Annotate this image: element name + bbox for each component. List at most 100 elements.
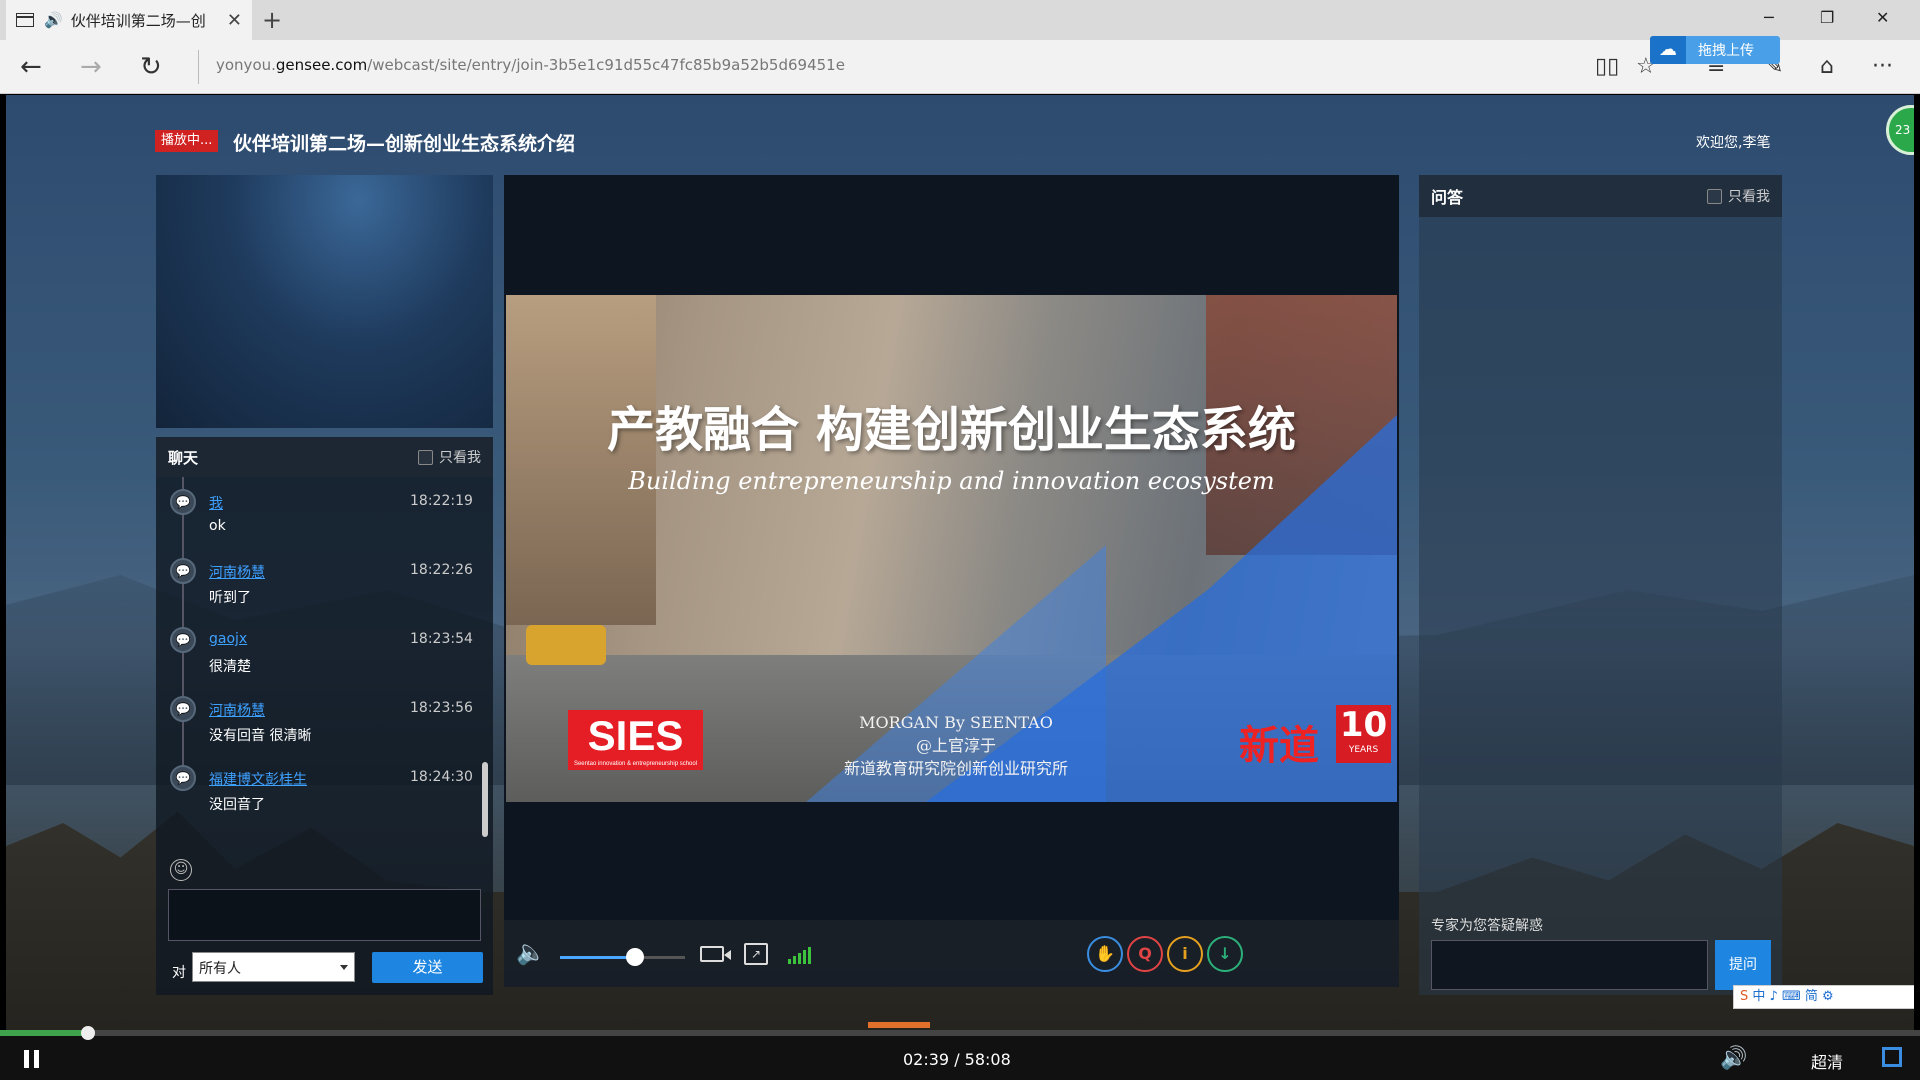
minimize-icon[interactable]: ─ — [1764, 8, 1774, 27]
chat-sender-name[interactable]: 河南杨慧 — [209, 562, 265, 582]
chat-bubble-icon: 💬 — [170, 489, 196, 515]
live-badge: 播放中... — [155, 130, 219, 152]
floating-speed-badge[interactable]: 23 — [1886, 105, 1914, 155]
fullscreen-icon[interactable] — [1882, 1047, 1902, 1067]
chat-input[interactable] — [168, 889, 481, 941]
checkbox-box[interactable] — [418, 449, 433, 465]
chat-message-list[interactable]: 💬 我 18:22:19 ok 💬 河南杨慧 18:22:26 听到了 💬 ga… — [156, 477, 493, 847]
ten-years-badge: 10 YEARS — [1336, 705, 1391, 763]
browser-tab-bar: 🔊 伙伴培训第二场—创 ✕ + ─ ❐ ✕ — [0, 0, 1920, 40]
chat-bubble-icon: 💬 — [170, 765, 196, 791]
chat-title: 聊天 — [168, 448, 199, 467]
xindao-logo: 新道 — [1239, 723, 1319, 769]
address-separator — [198, 50, 199, 84]
ten-years-label: YEARS — [1348, 745, 1379, 755]
chat-message-text: 没有回音 很清晰 — [209, 728, 312, 744]
refresh-icon[interactable]: ↻ — [140, 52, 162, 82]
video-control-bar: 🔈 ↗ ✋ Q i ↓ — [504, 920, 1399, 987]
url-prefix: yonyou. — [216, 56, 276, 74]
tab-audio-icon[interactable]: 🔊 — [44, 11, 63, 29]
recipient-select[interactable]: 所有人 — [192, 952, 355, 982]
chat-bubble-icon: 💬 — [170, 558, 196, 584]
chat-message-time: 18:23:54 — [410, 631, 473, 647]
chat-only-me-label: 只看我 — [439, 450, 481, 466]
url-field[interactable]: yonyou.gensee.com/webcast/site/entry/joi… — [216, 56, 845, 74]
new-tab-button[interactable]: + — [262, 6, 282, 34]
chat-sender-name[interactable]: 福建博文彭桂生 — [209, 769, 307, 789]
volume-slider-fill — [560, 956, 635, 959]
quality-selector[interactable]: 超清 — [1811, 1049, 1843, 1073]
camera-icon[interactable] — [700, 946, 731, 962]
camera-panel — [156, 175, 493, 428]
chat-header: 聊天 只看我 — [156, 437, 493, 477]
download-icon[interactable]: ↓ — [1207, 936, 1243, 972]
qa-panel: 问答 只看我 专家为您答疑解惑 提问 — [1419, 175, 1782, 995]
info-icon[interactable]: i — [1167, 936, 1203, 972]
playback-progress-fill — [0, 1030, 89, 1036]
checkbox-box[interactable] — [1707, 188, 1722, 204]
slide-credit-line: 新道教育研究院创新创业研究所 — [843, 759, 1068, 778]
volume-slider[interactable] — [560, 948, 685, 966]
page-title: 伙伴培训第二场—创新创业生态系统介绍 — [233, 133, 576, 155]
sies-logo: SIES Seentao innovation & entrepreneursh… — [568, 710, 703, 770]
fit-screen-icon[interactable]: ↗ — [744, 943, 768, 965]
slide-title: 产教融合 构建创新创业生态系统 — [607, 402, 1296, 458]
player-volume-icon[interactable]: 🔊 — [1720, 1046, 1747, 1071]
chat-message-text: 没回音了 — [209, 797, 265, 813]
tab-close-icon[interactable]: ✕ — [227, 10, 242, 31]
url-domain: gensee.com — [275, 56, 368, 74]
more-menu-icon[interactable]: ··· — [1872, 54, 1893, 79]
question-input[interactable] — [1431, 940, 1708, 990]
raise-hand-icon[interactable]: ✋ — [1087, 936, 1123, 972]
volume-icon[interactable]: 🔈 — [516, 938, 546, 966]
reading-view-icon[interactable]: ▯▯ — [1595, 54, 1619, 79]
presentation-slide: 产教融合 构建创新创业生态系统 Building entrepreneurshi… — [506, 295, 1397, 802]
slide-credits: MORGAN By SEENTAO @上官淳于 新道教育研究院创新创业研究所 — [806, 711, 1106, 780]
qa-only-me-checkbox[interactable]: 只看我 — [1707, 186, 1770, 206]
recipient-label: 对 — [172, 965, 186, 981]
chat-message-time: 18:24:30 — [410, 769, 473, 785]
chat-message-time: 18:22:19 — [410, 493, 473, 509]
volume-slider-handle[interactable] — [626, 948, 644, 966]
ime-logo-icon[interactable]: S — [1740, 989, 1748, 1004]
slide-credit-line: MORGAN By SEENTAO — [859, 713, 1053, 732]
browser-tab[interactable]: 🔊 伙伴培训第二场—创 ✕ — [6, 0, 252, 40]
chat-message-text: 很清楚 — [209, 659, 251, 675]
chat-message-text: 听到了 — [209, 590, 251, 606]
chat-bubble-icon: 💬 — [170, 627, 196, 653]
playback-progress-bar[interactable] — [0, 1022, 1920, 1040]
qa-hint-text: 专家为您答疑解惑 — [1431, 918, 1543, 934]
sies-logo-text: SIES — [587, 712, 684, 759]
signal-strength-icon — [788, 946, 811, 964]
chat-sender-name[interactable]: 河南杨慧 — [209, 700, 265, 720]
chat-only-me-checkbox[interactable]: 只看我 — [418, 447, 481, 467]
chat-scrollbar[interactable] — [482, 762, 488, 837]
restore-icon[interactable]: ❐ — [1820, 8, 1834, 27]
window-close-icon[interactable]: ✕ — [1876, 8, 1889, 27]
back-icon[interactable]: ← — [20, 52, 42, 82]
recipient-value: 所有人 — [199, 961, 241, 977]
ask-button[interactable]: 提问 — [1715, 940, 1771, 990]
slide-subtitle: Building entrepreneurship and innovation… — [628, 467, 1275, 495]
chat-sender-name[interactable]: gaojx — [209, 631, 247, 647]
qa-header: 问答 只看我 — [1419, 175, 1782, 217]
upload-button[interactable]: ☁ 拖拽上传 — [1650, 36, 1780, 64]
upload-label: 拖拽上传 — [1698, 43, 1754, 59]
playback-progress-handle[interactable] — [81, 1026, 96, 1040]
url-path: /webcast/site/entry/join-3b5e1c91d55c47f… — [367, 56, 845, 74]
playback-timecode: 02:39 / 58:08 — [903, 1050, 1011, 1069]
pause-button[interactable] — [24, 1050, 39, 1068]
chat-sender-name[interactable]: 我 — [209, 493, 223, 513]
tab-preview-icon[interactable] — [16, 13, 34, 27]
chat-message: 💬 河南杨慧 18:22:26 听到了 — [156, 546, 493, 615]
question-survey-icon[interactable]: Q — [1127, 936, 1163, 972]
slide-photo-taxi — [526, 625, 606, 665]
forward-icon[interactable]: → — [80, 52, 102, 82]
emoji-icon[interactable]: ☺ — [170, 859, 192, 881]
video-panel[interactable]: 产教融合 构建创新创业生态系统 Building entrepreneurshi… — [504, 175, 1399, 920]
ime-toolbar[interactable]: S 中 ♪ ⌨ 简 ⚙ — [1733, 985, 1914, 1009]
share-icon[interactable]: ⌂ — [1820, 54, 1834, 79]
tab-title: 伙伴培训第二场—创 — [70, 11, 206, 30]
send-button[interactable]: 发送 — [372, 952, 483, 983]
ime-toolbar-text: 中 ♪ ⌨ 简 ⚙ — [1752, 989, 1834, 1004]
